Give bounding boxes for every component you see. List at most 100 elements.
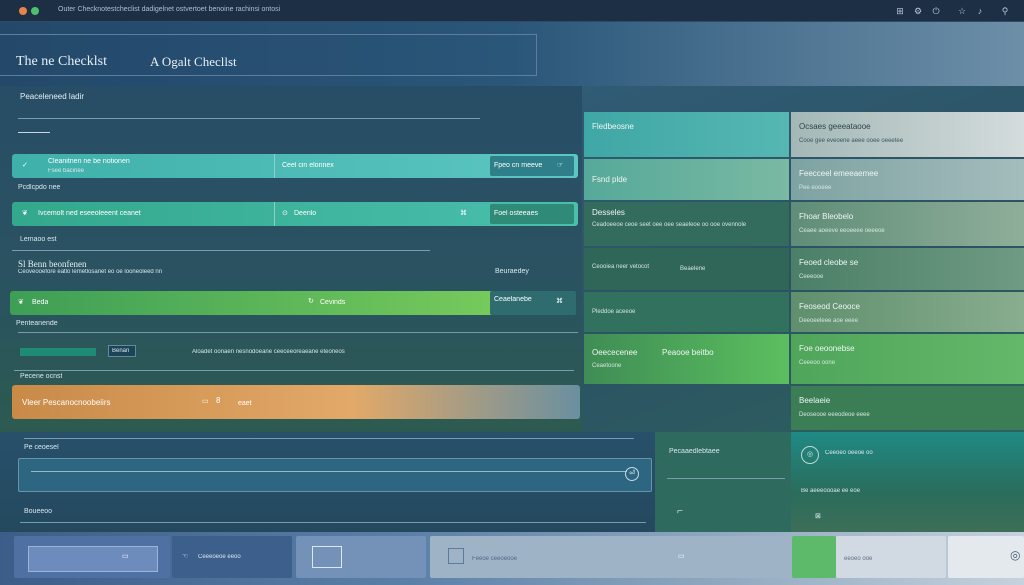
title-bar: Outer Checknotestcheclist dadigelnet ost… xyxy=(0,0,1024,22)
taskbar-item[interactable]: Feeoe ceeoeooe ▭ xyxy=(430,536,804,578)
card[interactable]: Foe oeoonebse Ceeeoo oone xyxy=(791,334,1024,384)
refresh-icon[interactable]: ↻ xyxy=(308,297,314,305)
card[interactable]: Beelaeie Deoseooe eeeodeoe eeee xyxy=(791,386,1024,430)
page-header: The ne Checklst A Ogalt Checllst xyxy=(0,22,1024,86)
taskbar: ▭ ☜ Ceeeoeoe eeoo Feeoe ceeoeooe ▭ eeoeo… xyxy=(0,532,1024,585)
taskbar-item[interactable]: ▭ xyxy=(14,536,170,578)
card-subtitle: Pee eooeee xyxy=(799,185,832,191)
card[interactable]: Oeececenee Ceaetoone Peaooe beitbo xyxy=(584,334,789,384)
card-extra: Peaooe beitbo xyxy=(662,348,714,357)
card-title: Foe oeoonebse xyxy=(799,344,855,353)
hand-icon: ☜ xyxy=(182,553,189,560)
card[interactable]: Ceooiea neer vetocot Beaelene xyxy=(584,248,789,290)
leaf-icon: ❦ xyxy=(18,299,24,306)
bell-icon[interactable]: ♪ xyxy=(974,5,986,17)
settings-icon[interactable]: ⚙ xyxy=(912,5,924,17)
card-subtitle: Deoseooe eeeodeoe eeee xyxy=(799,412,870,418)
card-title: Fsnd plde xyxy=(592,175,628,184)
lock-icon: ⊙ xyxy=(282,210,288,217)
row-caption: Pecene ocnst xyxy=(20,373,63,380)
cursor-icon: ⌐ xyxy=(677,506,683,517)
card-title: Feoed cleobe se xyxy=(799,258,859,267)
card-subtitle: Ceeeooe xyxy=(799,274,824,280)
info-title: Pecaaedlebtaee xyxy=(669,448,720,455)
section-title: Sl Benn beonfenen xyxy=(18,259,87,269)
card[interactable]: Fhoar Bleobelo Ceaee aoeeve eeoeeee oeee… xyxy=(791,202,1024,246)
card-title: Feecceel emeeaemee xyxy=(799,169,879,178)
row-text: Aloadet oonaen nesnodoeane ceeceeoreaean… xyxy=(192,349,345,355)
taskbar-item[interactable]: eeoeo ooe xyxy=(836,536,946,578)
calendar-icon[interactable]: ▭ xyxy=(202,397,209,405)
row-middle: Cevinds xyxy=(320,299,346,306)
submit-icon[interactable]: ⏎ xyxy=(625,467,639,481)
card-title: Oeececenee xyxy=(592,348,638,357)
notes-caption: Boueeoo xyxy=(24,508,53,515)
card[interactable]: Feoseod Ceooce Deeoeeleee aoe eeee xyxy=(791,292,1024,332)
card-subtitle: Beaelene xyxy=(680,266,706,272)
section-right-label: Beuraedey xyxy=(495,268,529,275)
row-caption: Penteanende xyxy=(16,320,58,327)
card[interactable]: Pleddoe aceeoe xyxy=(584,292,789,332)
document-title[interactable]: A Ogalt Checllst xyxy=(150,54,237,70)
taskbar-item[interactable]: ◎ xyxy=(948,536,1024,578)
checklist-row[interactable]: ❦ Ivcemolt ned eseeoleeent ceanet ⊙ Deen… xyxy=(12,202,578,226)
row-label: Vleer Pescanocnoobeiirs xyxy=(22,398,111,407)
checklist-row[interactable]: Vleer Pescanocnoobeiirs ▭ 8 eaet xyxy=(12,385,580,419)
breadcrumb[interactable]: Peaceleneed ladir xyxy=(20,92,84,101)
taskbar-item[interactable]: ☜ Ceeeoeoe eeoo xyxy=(172,536,292,578)
checklist-row[interactable]: ✓ Cleanitnen ne be notionen Fsee bacinee… xyxy=(12,154,578,178)
row-action[interactable]: Foel osteeaes xyxy=(494,210,538,217)
link-icon[interactable]: ⌘ xyxy=(556,297,563,305)
notes-input[interactable]: ⏎ xyxy=(18,458,652,492)
card-subtitle: Deeoeeleee aoe eeee xyxy=(799,318,859,324)
taskbar-label: Feeoe ceeoeooe xyxy=(472,556,518,562)
check-icon[interactable]: ✓ xyxy=(22,161,28,169)
checklist-row[interactable]: ❦ Beda ↻ Cevinds Ceaelanebe ⌘ xyxy=(10,291,576,315)
pin-icon[interactable]: ⚲ xyxy=(999,5,1011,17)
row-action[interactable]: Fpeo cn meeve xyxy=(494,162,542,169)
profile-line: Ceeoeo oeeoe oo xyxy=(825,450,873,456)
row-caption: Pcdlcpdo nee xyxy=(18,184,61,191)
card[interactable]: Fledbeosne xyxy=(584,112,789,157)
taskbar-item[interactable] xyxy=(792,536,836,578)
chip-label: Benan xyxy=(112,348,130,354)
row-label: Beda xyxy=(32,299,49,306)
notes-panel: Pe ceoesel ⏎ Boueeoo xyxy=(0,432,655,532)
section-subtitle: Ceoveooefore eatlo lemetlosanet eo oe lo… xyxy=(18,269,163,275)
card[interactable]: Desseles Ceadoeeoe ceoe seet oee oee sea… xyxy=(584,202,789,246)
star-icon[interactable]: ☆ xyxy=(956,5,968,17)
row-label: Cleanitnen ne be notionen xyxy=(48,158,130,165)
notes-label: Pe ceoesel xyxy=(24,444,59,451)
info-tile[interactable]: Pecaaedlebtaee ⌐ xyxy=(655,432,791,532)
card[interactable]: Feoed cleobe se Ceeeooe xyxy=(791,248,1024,290)
row-action[interactable]: Ceaelanebe xyxy=(494,296,532,303)
card-subtitle: Cooe gee eveoene aeee ooee oeeetee xyxy=(799,138,904,144)
close-dot[interactable] xyxy=(19,7,27,15)
globe-icon[interactable]: ◎ xyxy=(1010,548,1020,562)
card-title: Feoseod Ceooce xyxy=(799,302,860,311)
maximize-dot[interactable] xyxy=(31,7,39,15)
card[interactable]: Ocsaes geeeataooe Cooe gee eveoene aeee … xyxy=(791,112,1024,157)
row-caption: Lemaoo est xyxy=(20,236,57,243)
row-unit: eaet xyxy=(238,400,252,407)
user-icon[interactable]: ◎ xyxy=(801,446,819,464)
card[interactable]: Feecceel emeeaemee Pee eooeee xyxy=(791,159,1024,200)
folder-icon xyxy=(312,546,342,568)
link-icon[interactable]: ⌘ xyxy=(460,209,467,217)
card-title: Beelaeie xyxy=(799,396,831,405)
card[interactable]: Fsnd plde xyxy=(584,159,789,200)
card-subtitle: Ceaee aoeeve eeoeeee oeeeoe xyxy=(799,228,885,234)
power-icon[interactable]: ⏻ xyxy=(930,5,942,17)
taskbar-item[interactable] xyxy=(296,536,426,578)
lock-icon: ⊠ xyxy=(815,513,821,520)
hand-icon[interactable]: ☞ xyxy=(557,161,563,169)
grid-icon[interactable]: ⊞ xyxy=(894,5,906,17)
divider xyxy=(18,118,480,119)
checklist-panel: Peaceleneed ladir ✓ Cleanitnen ne be not… xyxy=(0,86,582,432)
taskbar-label: eeoeo ooe xyxy=(844,556,873,562)
row-middle: Deenlo xyxy=(294,210,317,217)
profile-tile[interactable]: ◎ Ceeoeo oeeoe oo Be aeeeoooae ee eoe ⊠ xyxy=(791,432,1024,532)
address-text[interactable]: Outer Checknotestcheclist dadigelnet ost… xyxy=(58,6,280,13)
taskbar-label: Ceeeoeoe eeoo xyxy=(198,554,241,560)
chip[interactable]: Benan xyxy=(108,345,136,357)
